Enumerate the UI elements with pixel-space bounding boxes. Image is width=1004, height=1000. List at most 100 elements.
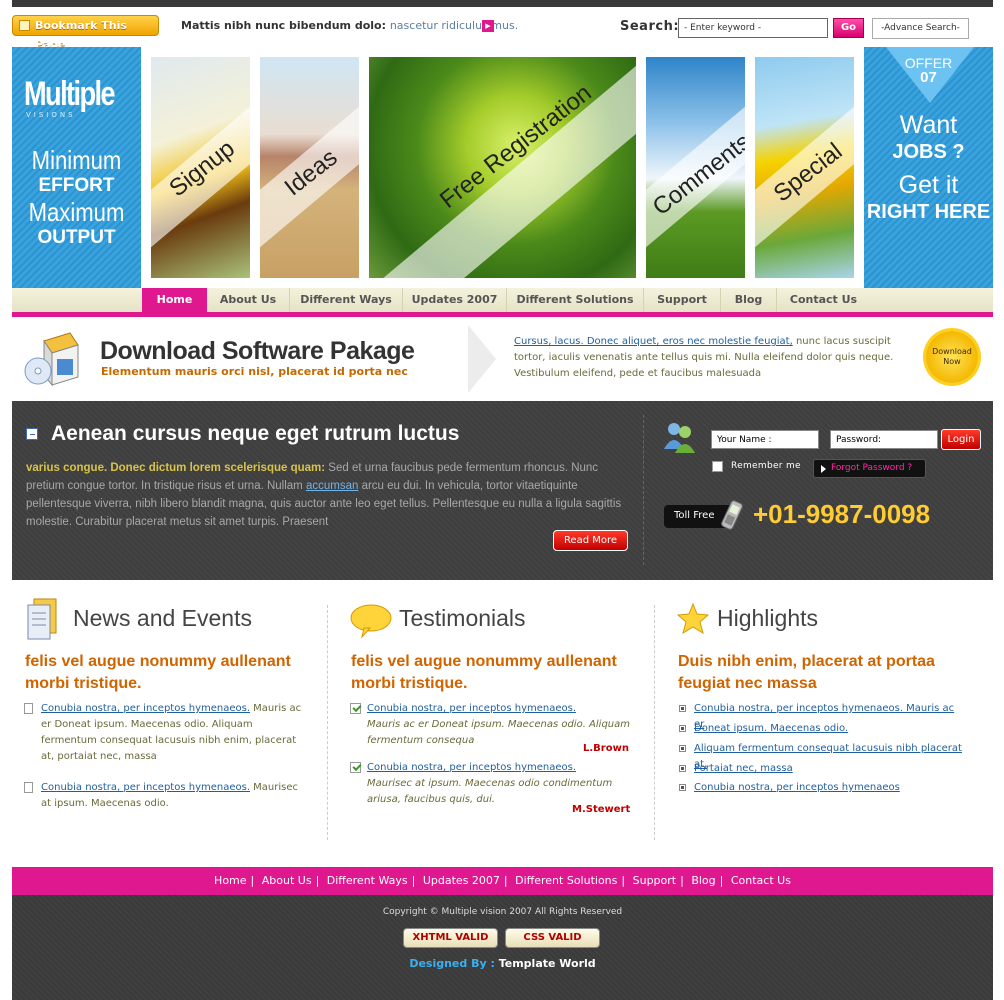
news-column: News and Events felis vel augue nonummy …	[24, 595, 328, 845]
testimonial-author: L.Brown	[583, 743, 629, 754]
footer-nav: Home | About Us | Different Ways | Updates …	[12, 867, 993, 895]
feature-divider	[643, 415, 644, 565]
phone-number: +01-9987-0098	[753, 499, 931, 529]
username-input[interactable]	[711, 430, 819, 449]
footer-nav-different-solutions[interactable]: Different Solutions	[515, 874, 617, 887]
feature-panel: Aenean cursus neque eget rutrum luctus v…	[12, 401, 993, 580]
footer-separator: |	[621, 874, 626, 887]
download-description: Cursus, lacus. Donec aliquet, eros nec m…	[514, 334, 899, 382]
read-more-button[interactable]: Read More	[553, 530, 628, 551]
download-now-seal[interactable]: Download Now	[926, 331, 978, 383]
tagline-arrow-icon[interactable]: ▶	[482, 20, 494, 32]
bookmark-button[interactable]: Bookmark This Page	[12, 15, 159, 51]
column-divider	[654, 605, 655, 840]
login-button[interactable]: Login	[941, 429, 981, 450]
nav-item-different-ways[interactable]: Different Ways	[290, 288, 403, 312]
highlights-column: Highlights Duis nibh enim, placerat at p…	[677, 595, 977, 845]
nav-item-updates-2007[interactable]: Updates 2007	[403, 288, 507, 312]
footer-nav-support[interactable]: Support	[633, 874, 676, 887]
search-input[interactable]	[678, 18, 828, 38]
remember-me-label: Remember me	[731, 461, 801, 471]
news-item: Conubia nostra, per inceptos hymenaeos. …	[24, 780, 311, 812]
main-nav: Home About Us Different Ways Updates 200…	[12, 288, 993, 312]
header-tagline: Mattis nibh nunc bibendum dolo: nascetur…	[181, 19, 518, 32]
news-item-link[interactable]: Conubia nostra, per inceptos hymenaeos.	[41, 703, 250, 714]
bookmark-icon	[19, 20, 30, 31]
testimonial-link[interactable]: Conubia nostra, per inceptos hymenaeos.	[367, 762, 576, 773]
logo-text: Multiple	[24, 75, 116, 113]
slogan-line: OUTPUT	[37, 227, 116, 248]
banner-panel-special[interactable]: Special	[755, 57, 854, 278]
testimonials-subtitle: felis vel augue nonummy aullenant morbi …	[351, 653, 617, 692]
news-subtitle: felis vel augue nonummy aullenant morbi …	[25, 653, 291, 692]
footer-separator: |	[719, 874, 724, 887]
newspaper-icon	[27, 598, 57, 640]
search-label: Search:	[620, 19, 680, 34]
highlight-item: Doneat ipsum. Maecenas odio.	[679, 721, 964, 737]
software-box-icon	[24, 332, 79, 387]
footer-nav-blog[interactable]: Blog	[691, 874, 715, 887]
designed-by-label: Designed By :	[409, 957, 495, 970]
offer-line: Get it	[898, 171, 959, 199]
feature-link[interactable]: accumsan	[306, 480, 358, 492]
slogan: Minimum EFFORT Maximum OUTPUT	[12, 147, 141, 251]
testimonial-text: Mauris ac er Doneat ipsum. Maecenas odio…	[367, 719, 631, 746]
logo-block[interactable]: Multiple VISIONS Minimum EFFORT Maximum …	[12, 47, 141, 288]
highlight-link[interactable]: Portaiat nec, massa	[694, 763, 793, 774]
logo-subtext: VISIONS	[26, 111, 76, 119]
add-icon	[26, 428, 38, 440]
footer-nav-different-ways[interactable]: Different Ways	[327, 874, 408, 887]
nav-item-different-solutions[interactable]: Different Solutions	[507, 288, 644, 312]
nav-item-support[interactable]: Support	[644, 288, 721, 312]
banner-panel-ideas[interactable]: Ideas	[260, 57, 359, 278]
feature-highlight: varius congue. Donec dictum lorem sceler…	[26, 462, 326, 474]
banner-panel-free-registration[interactable]: Free Registration	[369, 57, 636, 278]
download-subtitle: Elementum mauris orci nisl, placerat id …	[101, 365, 408, 378]
go-button[interactable]: Go	[833, 18, 864, 38]
banner-panel-comments[interactable]: Comments	[646, 57, 745, 278]
designed-by-name[interactable]: Template World	[499, 957, 596, 970]
highlight-link[interactable]: Doneat ipsum. Maecenas odio.	[694, 723, 848, 734]
highlight-item: Conubia nostra, per inceptos hymenaeos	[679, 780, 964, 796]
password-input[interactable]	[830, 430, 938, 449]
highlight-link[interactable]: Conubia nostra, per inceptos hymenaeos	[694, 782, 900, 793]
speech-bubble-icon	[350, 604, 392, 639]
document-icon	[24, 703, 33, 714]
nav-item-about-us[interactable]: About Us	[207, 288, 290, 312]
news-item: Conubia nostra, per inceptos hymenaeos. …	[24, 701, 311, 765]
advance-search-button[interactable]: -Advance Search-	[872, 18, 969, 39]
nav-item-home[interactable]: Home	[142, 288, 207, 312]
footer-nav-about-us[interactable]: About Us	[262, 874, 312, 887]
banner: Multiple VISIONS Minimum EFFORT Maximum …	[12, 47, 993, 288]
footer-nav-home[interactable]: Home	[214, 874, 246, 887]
testimonials-title: Testimonials	[399, 605, 526, 631]
highlight-item: Portaiat nec, massa	[679, 761, 964, 777]
footer-nav-contact-us[interactable]: Contact Us	[731, 874, 791, 887]
download-arrow-separator	[468, 325, 496, 393]
offer-block[interactable]: OFFER 07 Want JOBS ? Get it RIGHT HERE	[864, 47, 993, 288]
column-divider	[327, 605, 328, 840]
slogan-line: Minimum	[31, 145, 122, 175]
remember-me-checkbox[interactable]	[712, 461, 723, 472]
download-desc-link[interactable]: Cursus, lacus. Donec aliquet, eros nec m…	[514, 336, 793, 347]
css-valid-badge[interactable]: CSS VALID	[505, 928, 600, 948]
top-stripe	[12, 0, 993, 7]
bullet-icon	[679, 765, 686, 772]
footer-separator: |	[315, 874, 320, 887]
nav-item-contact-us[interactable]: Contact Us	[777, 288, 870, 312]
footer-nav-updates-2007[interactable]: Updates 2007	[423, 874, 500, 887]
forgot-password-button[interactable]: Forgot Password ?	[813, 459, 926, 478]
testimonial-author: M.Stewert	[572, 804, 631, 815]
testimonial-link[interactable]: Conubia nostra, per inceptos hymenaeos.	[367, 703, 576, 714]
testimonial-item: Conubia nostra, per inceptos hymenaeos. …	[350, 760, 637, 808]
footer-separator: |	[503, 874, 508, 887]
nav-item-blog[interactable]: Blog	[721, 288, 777, 312]
offer-line: RIGHT HERE	[866, 201, 991, 223]
xhtml-valid-badge[interactable]: XHTML VALID	[403, 928, 498, 948]
bullet-icon	[679, 705, 686, 712]
download-section: Download Software Pakage Elementum mauri…	[12, 317, 993, 401]
banner-panel-signup[interactable]: Signup	[151, 57, 250, 278]
offer-line: Want	[899, 111, 958, 139]
designed-by: Designed By : Template World	[12, 957, 993, 970]
news-item-link[interactable]: Conubia nostra, per inceptos hymenaeos.	[41, 782, 250, 793]
